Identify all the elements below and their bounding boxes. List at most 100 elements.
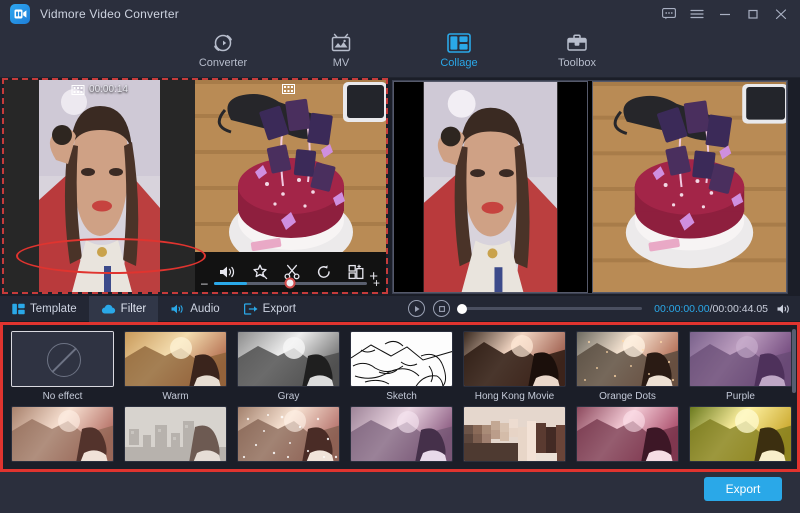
- edit-tab-template-label: Template: [30, 302, 77, 315]
- filter-item-purple[interactable]: Purple: [689, 331, 792, 402]
- zoom-minus-label[interactable]: –: [201, 277, 208, 289]
- nav-tab-collage-label: Collage: [440, 57, 478, 69]
- filter-thumbnail[interactable]: [689, 331, 792, 387]
- collage-icon: [447, 31, 471, 55]
- audio-icon: [170, 303, 185, 315]
- filter-panel-scrollbar[interactable]: [792, 329, 796, 393]
- filter-label: Warm: [162, 391, 189, 402]
- filter-item-row2-6[interactable]: [576, 406, 679, 466]
- filter-thumbnail[interactable]: [237, 331, 340, 387]
- filter-item-row2-1[interactable]: [11, 406, 114, 466]
- filter-row-2: [11, 406, 797, 466]
- filter-thumbnail[interactable]: [11, 406, 114, 462]
- filter-item-gray[interactable]: Gray: [237, 331, 340, 402]
- filter-thumbnail[interactable]: [237, 406, 340, 462]
- nav-tab-toolbox-label: Toolbox: [558, 57, 596, 69]
- clip-duration-badge-2: [281, 84, 300, 94]
- collage-grid: 00:00:14 – + +: [2, 78, 388, 294]
- film-icon: [281, 84, 295, 94]
- filter-item-row2-5[interactable]: [463, 406, 566, 466]
- no-effect-thumbnail: [12, 332, 113, 386]
- filter-thumbnail[interactable]: [463, 331, 566, 387]
- player-volume-button[interactable]: [776, 303, 800, 315]
- filter-thumbnail[interactable]: [124, 331, 227, 387]
- export-button[interactable]: Export: [704, 477, 782, 501]
- filter-row-1: No effect Warm Gray Sketch Hong Kong Mov…: [11, 331, 797, 402]
- maximize-icon[interactable]: [740, 2, 766, 26]
- filter-thumbnail[interactable]: [463, 406, 566, 462]
- control-bar: Template Filter Audio Export 00:00:00.00…: [0, 295, 800, 322]
- edit-tab-template[interactable]: Template: [0, 296, 89, 322]
- minimize-icon[interactable]: [712, 2, 738, 26]
- app-title: Vidmore Video Converter: [40, 7, 179, 21]
- filter-scroll-area: No effect Warm Gray Sketch Hong Kong Mov…: [3, 325, 797, 466]
- filter-thumbnail[interactable]: [350, 331, 453, 387]
- player-controls: 00:00:00.00/00:00:44.05: [400, 296, 800, 322]
- filter-item-warm[interactable]: Warm: [124, 331, 227, 402]
- filter-item-hong-kong-movie[interactable]: Hong Kong Movie: [463, 331, 566, 402]
- nav-tab-converter-label: Converter: [198, 57, 248, 69]
- preview-panel: [390, 78, 800, 296]
- template-icon: [12, 303, 25, 315]
- filter-item-sketch[interactable]: Sketch: [350, 331, 453, 402]
- filter-item-row2-7[interactable]: [689, 406, 792, 466]
- nav-tab-converter[interactable]: Converter: [183, 31, 263, 78]
- footer-bar: Export: [0, 472, 800, 513]
- filter-item-row2-3[interactable]: [237, 406, 340, 466]
- clip-duration-text-1: 00:00:14: [89, 84, 128, 95]
- player-timecode: 00:00:00.00/00:00:44.05: [654, 303, 768, 315]
- preview-stage: [392, 80, 788, 294]
- clip-zoom-slider[interactable]: – +: [195, 276, 386, 290]
- no-effect-icon: [46, 342, 81, 377]
- window-controls: [656, 0, 794, 28]
- nav-tab-mv[interactable]: MV: [301, 31, 381, 78]
- title-bar: Vidmore Video Converter: [0, 0, 800, 28]
- nav-tab-collage[interactable]: Collage: [419, 31, 499, 81]
- close-icon[interactable]: [768, 2, 794, 26]
- filter-label: Gray: [277, 391, 300, 402]
- filter-panel: No effect Warm Gray Sketch Hong Kong Mov…: [0, 322, 800, 472]
- filter-thumbnail[interactable]: [576, 406, 679, 462]
- collage-editor-canvas: 00:00:14 – + +: [0, 78, 390, 296]
- edit-tab-filter[interactable]: Filter: [88, 295, 159, 322]
- zoom-slider-knob[interactable]: [284, 277, 296, 289]
- film-icon: [71, 84, 85, 95]
- edit-tab-export[interactable]: Export: [232, 296, 308, 322]
- filter-label: Purple: [726, 391, 755, 402]
- filter-thumbnail[interactable]: [350, 406, 453, 462]
- edit-tab-export-label: Export: [262, 302, 296, 315]
- menu-icon[interactable]: [684, 2, 710, 26]
- filter-thumbnail[interactable]: [576, 331, 679, 387]
- filter-thumbnail[interactable]: [689, 406, 792, 462]
- total-time: 00:00:44.05: [712, 302, 768, 315]
- filter-item-orange-dots[interactable]: Orange Dots: [576, 331, 679, 402]
- workspace: 00:00:14 – + +: [0, 78, 800, 296]
- main-navigation: Converter MV Collage Toolbox: [0, 28, 800, 81]
- application-window: Vidmore Video Converter Converter MV Col…: [0, 0, 800, 513]
- preview-cell-1: [393, 81, 588, 293]
- clip-thumbnail-girl: [4, 80, 195, 292]
- filter-item-row2-2[interactable]: [124, 406, 227, 466]
- stop-button[interactable]: [433, 300, 450, 317]
- mv-icon: [330, 31, 352, 55]
- filter-thumbnail[interactable]: [124, 406, 227, 462]
- add-clip-button[interactable]: +: [369, 269, 378, 284]
- feedback-icon[interactable]: [656, 2, 682, 26]
- zoom-slider-track[interactable]: [213, 277, 367, 289]
- edit-tab-audio[interactable]: Audio: [158, 296, 231, 322]
- zoom-slider-fill: [213, 281, 248, 285]
- filter-label: Orange Dots: [599, 391, 656, 402]
- nav-tab-toolbox[interactable]: Toolbox: [537, 31, 617, 78]
- filter-cloud-icon: [101, 303, 116, 315]
- seek-bar[interactable]: [457, 303, 643, 314]
- preview-cell-2: [592, 81, 787, 293]
- filter-label: Sketch: [386, 391, 417, 402]
- collage-cell-1[interactable]: 00:00:14: [4, 80, 195, 292]
- play-button[interactable]: [408, 300, 425, 317]
- filter-item-row2-4[interactable]: [350, 406, 453, 466]
- filter-thumbnail[interactable]: [11, 331, 114, 387]
- collage-cell-2[interactable]: – +: [195, 80, 386, 292]
- filter-item-no-effect[interactable]: No effect: [11, 331, 114, 402]
- edit-tab-filter-label: Filter: [120, 302, 147, 315]
- seek-bar-knob[interactable]: [457, 303, 467, 314]
